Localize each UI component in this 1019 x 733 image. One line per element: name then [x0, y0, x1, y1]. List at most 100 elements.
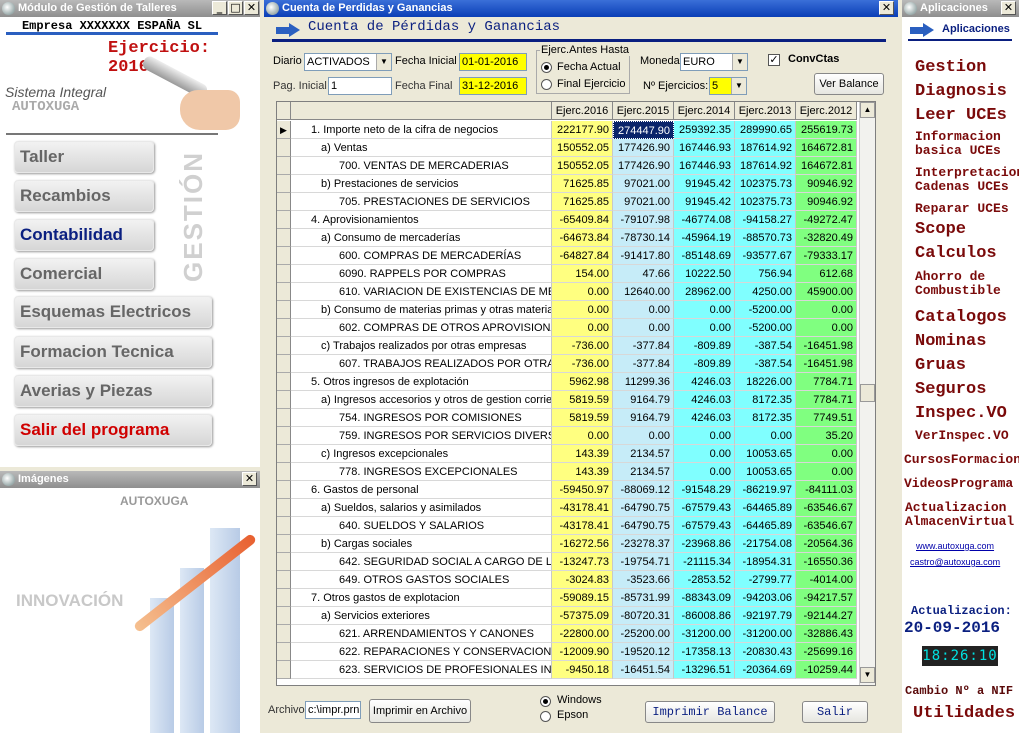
value-cell[interactable]: -57375.09 [552, 607, 613, 625]
value-cell[interactable]: -63546.67 [796, 499, 857, 517]
value-cell[interactable]: -13296.51 [674, 661, 735, 679]
nejercicios-select[interactable]: 5 ▼ [709, 77, 747, 95]
app-link-gruas[interactable]: Gruas [915, 356, 966, 375]
value-cell[interactable]: 90946.92 [796, 193, 857, 211]
value-cell[interactable]: -377.84 [613, 355, 674, 373]
value-cell[interactable]: -63546.67 [796, 517, 857, 535]
value-cell[interactable]: -43178.41 [552, 517, 613, 535]
row-selector[interactable] [277, 283, 291, 301]
value-cell[interactable]: -67579.43 [674, 499, 735, 517]
value-cell[interactable]: -59450.97 [552, 481, 613, 499]
nav-button-averias-y-piezas[interactable]: Averias y Piezas [14, 375, 212, 407]
value-cell[interactable]: 7784.71 [796, 373, 857, 391]
value-cell[interactable]: -809.89 [674, 355, 735, 373]
value-cell[interactable]: 187614.92 [735, 157, 796, 175]
column-header[interactable]: Ejerc.2013 [735, 102, 796, 120]
value-cell[interactable]: 4250.00 [735, 283, 796, 301]
value-cell[interactable]: 0.00 [613, 427, 674, 445]
value-cell[interactable]: 154.00 [552, 265, 613, 283]
value-cell[interactable]: 167446.93 [674, 157, 735, 175]
value-cell[interactable]: -5200.00 [735, 319, 796, 337]
row-selector[interactable] [277, 211, 291, 229]
value-cell[interactable]: -43178.41 [552, 499, 613, 517]
value-cell[interactable]: 222177.90 [552, 121, 613, 139]
value-cell[interactable]: -736.00 [552, 355, 613, 373]
app-link-cursosformacion[interactable]: CursosFormacion [904, 453, 1019, 467]
value-cell[interactable]: -19520.12 [613, 643, 674, 661]
value-cell[interactable]: 167446.93 [674, 139, 735, 157]
minimize-icon[interactable]: _ [212, 1, 227, 15]
value-cell[interactable]: 45900.00 [796, 283, 857, 301]
salir-button[interactable]: Salir [802, 701, 868, 723]
table-row[interactable]: 602. COMPRAS DE OTROS APROVISIONAMIENTOS… [277, 319, 857, 337]
fecha-actual-radio[interactable] [541, 62, 552, 73]
fecha-final-input[interactable]: 31-12-2016 [459, 77, 527, 95]
table-row[interactable]: 642. SEGURIDAD SOCIAL A CARGO DE LA EMPR… [277, 553, 857, 571]
value-cell[interactable]: 28962.00 [674, 283, 735, 301]
column-header[interactable]: Ejerc.2012 [796, 102, 857, 120]
maximize-icon[interactable]: □ [228, 1, 243, 15]
value-cell[interactable]: 0.00 [796, 463, 857, 481]
table-row[interactable]: 600. COMPRAS DE MERCADERÍAS -64827.84 -914… [277, 247, 857, 265]
value-cell[interactable]: 756.94 [735, 265, 796, 283]
value-cell[interactable]: 2134.57 [613, 445, 674, 463]
row-selector[interactable] [277, 607, 291, 625]
table-row[interactable]: 5. Otros ingresos de explotación 5962.98 1… [277, 373, 857, 391]
table-row[interactable]: a) Ingresos accesorios y otros de gestio… [277, 391, 857, 409]
value-cell[interactable]: -16550.36 [796, 553, 857, 571]
value-cell[interactable]: -3024.83 [552, 571, 613, 589]
value-cell[interactable]: -88343.09 [674, 589, 735, 607]
app-link-seguros[interactable]: Seguros [915, 380, 986, 399]
value-cell[interactable]: -85148.69 [674, 247, 735, 265]
value-cell[interactable]: -387.54 [735, 337, 796, 355]
close-icon[interactable]: ✕ [244, 1, 259, 15]
table-row[interactable]: b) Consumo de materias primas y otras ma… [277, 301, 857, 319]
table-row[interactable]: c) Trabajos realizados por otras empresa… [277, 337, 857, 355]
convctas-checkbox[interactable]: ✓ [768, 54, 780, 66]
value-cell[interactable]: -17358.13 [674, 643, 735, 661]
value-cell[interactable]: 8172.35 [735, 409, 796, 427]
table-row[interactable]: 6090. RAPPELS POR COMPRAS 154.00 47.66 1022… [277, 265, 857, 283]
value-cell[interactable]: 90946.92 [796, 175, 857, 193]
table-row[interactable]: a) Consumo de mercaderías -64673.84 -78730… [277, 229, 857, 247]
nav-button-contabilidad[interactable]: Contabilidad [14, 219, 154, 251]
table-row[interactable]: b) Prestaciones de servicios 71625.85 9702… [277, 175, 857, 193]
value-cell[interactable]: 4246.03 [674, 391, 735, 409]
value-cell[interactable]: 0.00 [552, 319, 613, 337]
ver-balance-button[interactable]: Ver Balance [814, 73, 884, 95]
value-cell[interactable]: 177426.90 [613, 157, 674, 175]
value-cell[interactable]: -13247.73 [552, 553, 613, 571]
value-cell[interactable]: 150552.05 [552, 139, 613, 157]
row-selector[interactable] [277, 157, 291, 175]
value-cell[interactable]: 0.00 [674, 463, 735, 481]
app-link-verinspec-vo[interactable]: VerInspec.VO [915, 429, 1009, 443]
value-cell[interactable]: 71625.85 [552, 193, 613, 211]
value-cell[interactable]: 0.00 [613, 301, 674, 319]
archivo-input[interactable]: c:\impr.prn [305, 701, 361, 719]
value-cell[interactable]: 5819.59 [552, 409, 613, 427]
value-cell[interactable]: -25200.00 [613, 625, 674, 643]
row-selector[interactable] [277, 553, 291, 571]
pag-inicial-input[interactable]: 1 [328, 77, 392, 95]
value-cell[interactable]: 289990.65 [735, 121, 796, 139]
value-cell[interactable]: -9450.18 [552, 661, 613, 679]
row-selector[interactable] [277, 589, 291, 607]
value-cell[interactable]: -86008.86 [674, 607, 735, 625]
moneda-select[interactable]: EURO ▼ [680, 53, 748, 71]
value-cell[interactable]: 187614.92 [735, 139, 796, 157]
value-cell[interactable]: 9164.79 [613, 391, 674, 409]
value-cell[interactable]: 91945.42 [674, 175, 735, 193]
row-selector[interactable] [277, 193, 291, 211]
app-link-videosprograma[interactable]: VideosPrograma [904, 477, 1013, 491]
value-cell[interactable]: 255619.73 [796, 121, 857, 139]
value-cell[interactable]: 10222.50 [674, 265, 735, 283]
value-cell[interactable]: -94217.57 [796, 589, 857, 607]
row-selector[interactable] [277, 535, 291, 553]
row-selector[interactable] [277, 571, 291, 589]
nav-button-salir-del-programa[interactable]: Salir del programa [14, 414, 212, 446]
table-row[interactable]: 621. ARRENDAMIENTOS Y CANONES -22800.00 -2… [277, 625, 857, 643]
value-cell[interactable]: -88570.73 [735, 229, 796, 247]
value-cell[interactable]: -78730.14 [613, 229, 674, 247]
value-cell[interactable]: -65409.84 [552, 211, 613, 229]
table-row[interactable]: 607. TRABAJOS REALIZADOS POR OTRAS EMPRE… [277, 355, 857, 373]
